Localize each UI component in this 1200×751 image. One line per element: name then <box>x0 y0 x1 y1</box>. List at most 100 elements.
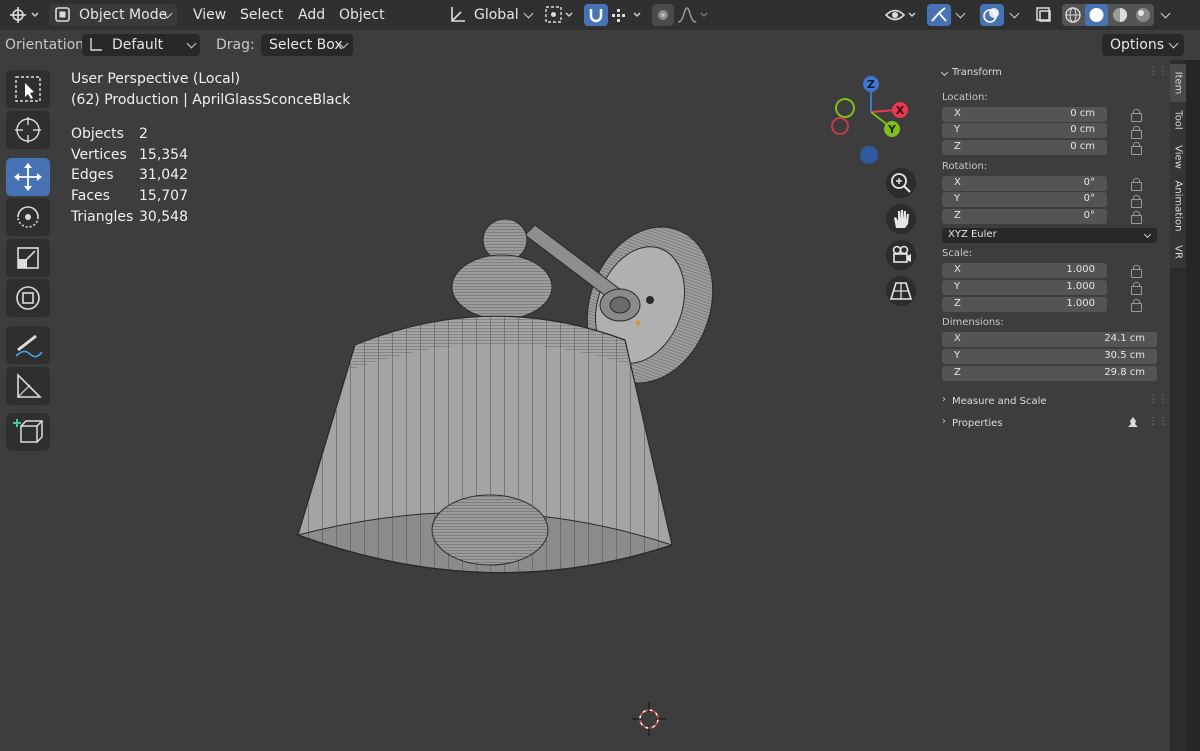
rotation-mode-value: XYZ Euler <box>948 229 997 240</box>
menu-add[interactable]: Add <box>298 4 325 26</box>
material-preview-icon[interactable] <box>1109 4 1131 26</box>
navigation-gizmo[interactable]: Z X Y <box>825 70 920 170</box>
editor-type-button[interactable] <box>6 4 42 26</box>
menu-object[interactable]: Object <box>339 4 385 26</box>
move-arrows-icon <box>14 163 42 191</box>
axis-label: Z <box>954 367 961 378</box>
lock-icon[interactable] <box>1131 265 1142 278</box>
drag-handle-icon[interactable]: ⋮⋮ <box>1148 66 1168 77</box>
dimensions-x-field[interactable]: X 24.1 cm <box>942 332 1157 347</box>
drag-handle-icon[interactable]: ⋮⋮ <box>1148 416 1168 427</box>
chevron-down-icon[interactable] <box>955 8 966 19</box>
options-dropdown[interactable]: Options <box>1102 34 1184 56</box>
measure-tool[interactable] <box>6 367 50 405</box>
measure-scale-panel-title[interactable]: Measure and Scale <box>952 396 1047 407</box>
select-box-icon <box>15 76 41 102</box>
dimensions-z-field[interactable]: Z 29.8 cm <box>942 366 1157 381</box>
mode-dropdown[interactable]: Object Mode <box>49 4 177 26</box>
field-value: 0 cm <box>1070 108 1095 119</box>
drag-dropdown[interactable]: Select Box <box>261 34 353 56</box>
wireframe-shading-icon[interactable] <box>1062 4 1084 26</box>
rendered-shading-icon[interactable] <box>1132 4 1154 26</box>
select-box-tool[interactable] <box>6 70 50 108</box>
camera-view-button[interactable] <box>886 240 916 270</box>
drag-handle-icon[interactable]: ⋮⋮ <box>1148 394 1168 405</box>
transform-orientation-dropdown[interactable]: Global <box>444 4 536 26</box>
location-z-field[interactable]: Z 0 cm <box>942 140 1107 155</box>
visibility-dropdown[interactable] <box>884 4 920 26</box>
chevron-down-icon[interactable] <box>1160 8 1171 19</box>
axis-label: Y <box>954 281 961 292</box>
sconce-model[interactable] <box>280 205 730 585</box>
solid-shading-button[interactable] <box>1085 4 1108 26</box>
dimensions-y-field[interactable]: Y 30.5 cm <box>942 349 1157 364</box>
lock-icon[interactable] <box>1131 109 1142 122</box>
pivot-point-button[interactable] <box>543 4 577 26</box>
move-tool[interactable] <box>6 158 50 196</box>
gizmo-z-label: Z <box>867 78 875 91</box>
axis-label: Y <box>954 124 961 135</box>
overlays-toggle[interactable] <box>980 4 1004 26</box>
tab-item[interactable]: Item <box>1170 64 1186 103</box>
tab-vr[interactable]: VR <box>1170 236 1186 269</box>
xray-toggle[interactable] <box>1032 4 1056 26</box>
lock-icon[interactable] <box>1131 142 1142 155</box>
rotation-z-field[interactable]: Z 0° <box>942 209 1107 224</box>
menu-select[interactable]: Select <box>240 4 283 26</box>
orientation-label: Global <box>474 7 519 23</box>
proportional-editing-toggle[interactable] <box>652 4 674 26</box>
stat-value: 2 <box>139 126 148 142</box>
field-value: 29.8 cm <box>1104 367 1145 378</box>
rotation-mode-dropdown[interactable]: XYZ Euler <box>942 228 1157 243</box>
gizmo-neg-x[interactable] <box>831 117 849 135</box>
snap-toggle[interactable] <box>584 4 608 26</box>
tab-label: Tool <box>1172 110 1184 130</box>
transform-panel-title[interactable]: Transform <box>952 67 1002 78</box>
stat-label: Edges <box>71 167 114 183</box>
tab-animation[interactable]: Animation <box>1170 176 1186 237</box>
perspective-toggle-button[interactable] <box>886 276 916 306</box>
rotation-y-field[interactable]: Y 0° <box>942 192 1107 207</box>
location-x-field[interactable]: X 0 cm <box>942 107 1107 122</box>
pin-icon[interactable] <box>1126 416 1140 430</box>
rotation-x-field[interactable]: X 0° <box>942 176 1107 191</box>
annotate-tool[interactable] <box>6 326 50 364</box>
lock-icon[interactable] <box>1131 211 1142 224</box>
location-label: Location: <box>942 92 988 103</box>
cursor-tool[interactable] <box>6 111 50 149</box>
tab-view[interactable]: View <box>1170 138 1186 177</box>
gizmo-neg-z[interactable] <box>860 146 878 164</box>
chevron-right-icon[interactable]: › <box>942 394 946 405</box>
axis-label: X <box>954 177 961 188</box>
axis-label: Z <box>954 141 961 152</box>
gizmo-toggle[interactable] <box>927 4 951 26</box>
transform-tool[interactable] <box>6 279 50 317</box>
zoom-button[interactable] <box>886 168 916 198</box>
lock-icon[interactable] <box>1131 299 1142 312</box>
lock-icon[interactable] <box>1131 126 1142 139</box>
location-y-field[interactable]: Y 0 cm <box>942 123 1107 138</box>
proportional-edit-icon <box>658 10 668 20</box>
lock-icon[interactable] <box>1131 178 1142 191</box>
falloff-dropdown[interactable] <box>676 4 712 26</box>
rotate-tool[interactable] <box>6 198 50 236</box>
lock-icon[interactable] <box>1131 282 1142 295</box>
snap-target-dropdown[interactable] <box>609 4 645 26</box>
menu-view[interactable]: View <box>193 4 226 26</box>
scale-x-field[interactable]: X 1.000 <box>942 263 1107 278</box>
chevron-down-icon[interactable] <box>1009 8 1020 19</box>
tab-label: VR <box>1172 245 1184 259</box>
rotate-icon <box>17 206 39 228</box>
chevron-right-icon[interactable]: › <box>942 416 946 427</box>
field-value: 0° <box>1083 210 1095 221</box>
add-cube-tool[interactable] <box>6 413 50 451</box>
pan-button[interactable] <box>886 204 916 234</box>
properties-panel-title[interactable]: Properties <box>952 418 1003 429</box>
lock-icon[interactable] <box>1131 195 1142 208</box>
scale-z-field[interactable]: Z 1.000 <box>942 297 1107 312</box>
scale-tool[interactable] <box>6 239 50 277</box>
tab-tool[interactable]: Tool <box>1170 102 1186 139</box>
gizmo-neg-y[interactable] <box>835 98 855 118</box>
scale-y-field[interactable]: Y 1.000 <box>942 280 1107 295</box>
orientation-dropdown[interactable]: Default <box>82 34 200 56</box>
